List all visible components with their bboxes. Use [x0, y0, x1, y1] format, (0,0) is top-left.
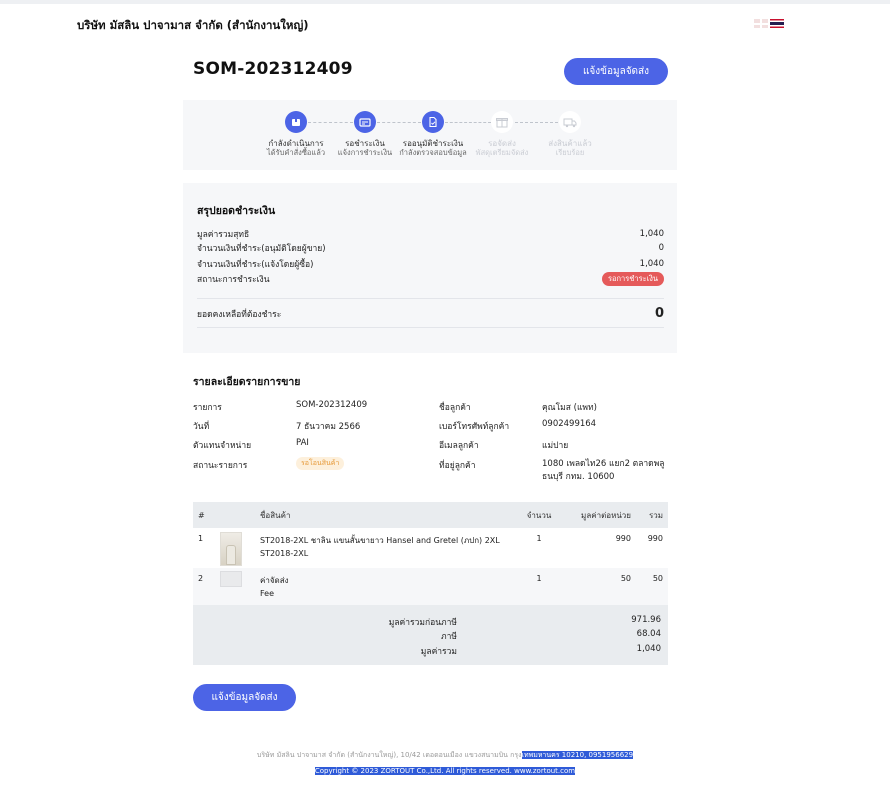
- copyright-text: Copyright © 2023 ZORTOUT Co.,Ltd. All ri…: [314, 767, 576, 775]
- divider: [197, 327, 664, 328]
- payment-summary: สรุปยอดชำระเงิน มูลค่ารวมสุทธิ 1,040 จำน…: [183, 183, 677, 353]
- remaining-label: ยอดคงเหลือที่ต้องชำระ: [197, 309, 282, 320]
- remaining-balance: ยอดคงเหลือที่ต้องชำระ 0: [197, 306, 664, 321]
- language-switcher: [754, 19, 784, 28]
- detail-label: ตัวแทนจำหน่าย: [193, 441, 252, 451]
- totals-box: มูลค่ารวมก่อนภาษี 971.96 ภาษี 68.04 มูลค…: [193, 605, 668, 665]
- address-line: 1080 เพลดไท26 แยก2 ตลาดพลู: [542, 459, 665, 469]
- col-header: #: [193, 502, 215, 528]
- company-name: บริษัท มัสลิน ปาจามาส จำกัด (สำนักงานใหญ…: [77, 18, 309, 32]
- cell-total: 990: [647, 534, 663, 543]
- cell-unit-price: 990: [615, 534, 631, 543]
- totals-label: มูลค่ารวม: [420, 647, 457, 657]
- payment-status-label: สถานะการชำระเงิน: [197, 275, 270, 285]
- product-name: ST2018-2XL ชาลิน แขนสั้นขายาว Hansel and…: [260, 536, 500, 545]
- summary-title: สรุปยอดชำระเงิน: [197, 205, 276, 217]
- product-sku: ST2018-2XL: [260, 549, 309, 558]
- divider: [197, 298, 664, 299]
- summary-value: 0: [658, 243, 664, 253]
- step-shipped: ส่งสินค้าแล้ว เรียบร้อย: [525, 111, 615, 157]
- order-status-badge: รอโอนสินค้า: [296, 457, 345, 470]
- customer-address: 1080 เพลดไท26 แยก2 ตลาดพลู ธนบุรี กทม. 1…: [542, 458, 665, 484]
- table-row: 2 ค่าจัดส่ง Fee 1 50 50: [193, 568, 668, 605]
- order-number: SOM-202312409: [193, 59, 353, 79]
- footer-copyright: Copyright © 2023 ZORTOUT Co.,Ltd. All ri…: [0, 767, 890, 775]
- table-row: 1 ST2018-2XL ชาลิน แขนสั้นขายาว Hansel a…: [193, 528, 668, 568]
- summary-row: จำนวนเงินที่ชำระ(อนุมัติโดยผู้ขาย) 0: [197, 241, 664, 255]
- detail-value: PAI: [296, 438, 309, 448]
- cell-no: 2: [198, 574, 204, 583]
- footer-address: บริษัท มัสลิน ปาจามาส จำกัด (สำนักงานใหญ…: [0, 750, 890, 761]
- items-table: # ชื่อสินค้า จำนวน มูลค่าต่อหน่วย รวม 1 …: [193, 502, 668, 605]
- cell-total: 50: [652, 574, 663, 583]
- address-line: ธนบุรี กทม. 10600: [542, 472, 615, 482]
- totals-value: 68.04: [636, 629, 661, 639]
- totals-value: 1,040: [636, 644, 661, 654]
- col-header: จำนวน: [518, 502, 560, 528]
- cell-product: ค่าจัดส่ง Fee: [255, 568, 518, 605]
- th-flag-icon[interactable]: [770, 19, 784, 28]
- summary-row: มูลค่ารวมสุทธิ 1,040: [197, 227, 664, 241]
- summary-label: จำนวนเงินที่ชำระ(อนุมัติโดยผู้ขาย): [197, 244, 326, 254]
- detail-value: 0902499164: [542, 419, 597, 429]
- col-header: มูลค่าต่อหน่วย: [560, 502, 636, 528]
- detail-label: ที่อยู่ลูกค้า: [439, 461, 476, 471]
- top-border: [0, 0, 890, 4]
- product-image-placeholder: [215, 568, 255, 605]
- cell-product: ST2018-2XL ชาลิน แขนสั้นขายาว Hansel and…: [255, 528, 518, 568]
- payment-status-badge: รอการชำระเงิน: [601, 272, 664, 286]
- detail-label: อีเมลลูกค้า: [439, 441, 479, 451]
- cell-no: 1: [198, 534, 204, 543]
- table-header-row: # ชื่อสินค้า จำนวน มูลค่าต่อหน่วย รวม: [193, 502, 668, 528]
- detail-label: เบอร์โทรศัพท์ลูกค้า: [439, 422, 510, 432]
- col-header: ชื่อสินค้า: [255, 502, 518, 528]
- detail-value: SOM-202312409: [296, 400, 368, 410]
- detail-value: คุณโมส (แพท): [542, 403, 597, 413]
- product-sku: Fee: [260, 589, 275, 598]
- payment-card-icon: [354, 111, 376, 133]
- detail-label: รายการ: [193, 403, 222, 413]
- col-header: รวม: [636, 502, 668, 528]
- summary-row: จำนวนเงินที่ชำระ(แจ้งโดยผู้ซื้อ) 1,040: [197, 257, 664, 271]
- summary-row: สถานะการชำระเงิน รอการชำระเงิน: [197, 272, 664, 286]
- order-progress: กำลังดำเนินการ ได้รับคำสั่งซื้อแล้ว รอชำ…: [183, 100, 677, 170]
- remaining-value: 0: [654, 306, 664, 321]
- product-image[interactable]: [215, 528, 255, 568]
- uk-flag-icon[interactable]: [754, 19, 768, 28]
- order-status-text: รอโอนสินค้า: [296, 457, 345, 470]
- notify-shipping-button-bottom[interactable]: แจ้งข้อมูลจัดส่ง: [193, 684, 296, 711]
- cell-unit-price: 50: [620, 574, 631, 583]
- step-subtitle: เรียบร้อย: [555, 148, 585, 157]
- details-title: รายละเอียดรายการขาย: [193, 376, 301, 388]
- summary-label: มูลค่ารวมสุทธิ: [197, 230, 250, 240]
- cell-qty: 1: [536, 534, 542, 543]
- detail-label: ชื่อลูกค้า: [439, 403, 471, 413]
- detail-label: วันที่: [193, 422, 210, 432]
- summary-label: จำนวนเงินที่ชำระ(แจ้งโดยผู้ซื้อ): [197, 260, 314, 270]
- totals-value: 971.96: [631, 615, 661, 625]
- detail-value: แม่ปาย: [542, 441, 569, 451]
- summary-value: 1,040: [639, 229, 664, 239]
- detail-value: 7 ธันวาคม 2566: [296, 422, 361, 432]
- detail-label: สถานะรายการ: [193, 461, 248, 471]
- box-icon: [285, 111, 307, 133]
- cell-qty: 1: [536, 574, 542, 583]
- col-header-image: [215, 502, 255, 528]
- totals-label: มูลค่ารวมก่อนภาษี: [388, 618, 457, 628]
- footer-address-highlight: เทพมหานคร 10210, 0951956629: [521, 751, 634, 759]
- summary-value: 1,040: [639, 259, 664, 269]
- product-name: ค่าจัดส่ง: [260, 576, 289, 585]
- truck-icon: [559, 111, 581, 133]
- document-check-icon: [422, 111, 444, 133]
- step-title: ส่งสินค้าแล้ว: [548, 139, 592, 148]
- totals-label: ภาษี: [441, 632, 457, 642]
- footer-address-text: บริษัท มัสลิน ปาจามาส จำกัด (สำนักงานใหญ…: [256, 751, 522, 759]
- notify-shipping-button-top[interactable]: แจ้งข้อมูลจัดส่ง: [564, 58, 668, 85]
- gift-box-icon: [491, 111, 513, 133]
